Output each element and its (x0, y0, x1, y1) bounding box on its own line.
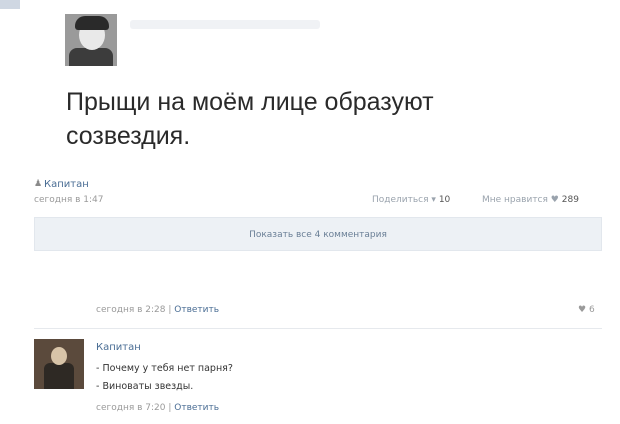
post-text-line1: Прыщи на моём лице образуют (66, 88, 434, 116)
post-header-name-placeholder (130, 20, 320, 29)
comment2-text-line2: - Виноваты звезды. (96, 381, 194, 392)
post-author-avatar[interactable] (65, 14, 117, 66)
comment2-meta: сегодня в 7:20 | Ответить (96, 403, 219, 413)
megaphone-icon: ▾ (431, 195, 436, 205)
comment1-time[interactable]: сегодня в 2:28 (96, 305, 165, 315)
heart-icon: ♥ (578, 305, 587, 315)
share-count: 10 (438, 195, 451, 205)
post-time[interactable]: сегодня в 1:47 (34, 195, 103, 205)
site-logo (0, 0, 20, 9)
post-author-name[interactable]: Капитан (44, 179, 89, 190)
show-all-comments-button[interactable]: Показать все 4 комментария (34, 217, 602, 251)
comment1-like-count: 6 (588, 305, 595, 315)
comment-divider (34, 328, 602, 329)
comment2-text-line1: - Почему у тебя нет парня? (96, 363, 233, 374)
comment2-time[interactable]: сегодня в 7:20 (96, 403, 165, 413)
comment1-meta: сегодня в 2:28 | Ответить (96, 305, 219, 315)
like-label: Мне нравится (482, 195, 548, 205)
comment1-reply-link[interactable]: Ответить (174, 305, 219, 315)
comment2-reply-link[interactable]: Ответить (174, 403, 219, 413)
like-button[interactable]: Мне нравится ♥ 289 (482, 195, 579, 205)
person-icon: ♟ (34, 179, 43, 189)
share-button[interactable]: Поделиться ▾ 10 (372, 195, 450, 205)
like-count: 289 (561, 195, 579, 205)
heart-icon: ♥ (550, 195, 559, 205)
post-text: Прыщи на моём лице образуют созвездия. (66, 85, 566, 153)
comment2-author-avatar[interactable] (34, 339, 84, 389)
post-text-line2: созвездия. (66, 122, 191, 150)
comment1-like-button[interactable]: ♥ 6 (578, 305, 595, 315)
share-label: Поделиться (372, 195, 429, 205)
comment2-author-name[interactable]: Капитан (96, 342, 141, 353)
